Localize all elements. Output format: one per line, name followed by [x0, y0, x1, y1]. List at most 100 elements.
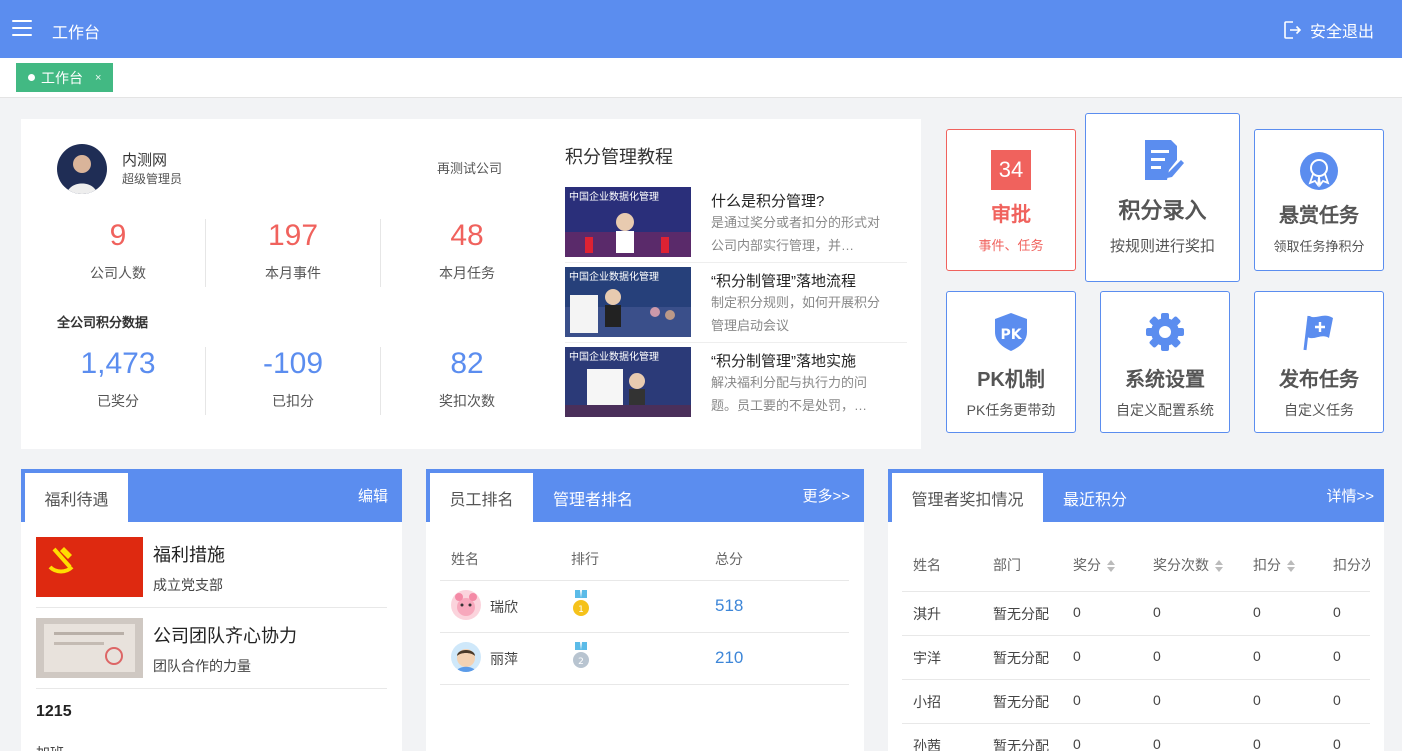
tab-active-dot — [28, 74, 35, 81]
cell-deduct: 0 — [1253, 604, 1261, 620]
gold-medal-icon: 1 — [573, 590, 589, 616]
settings-tile[interactable]: 系统设置 自定义配置系统 — [1100, 291, 1230, 433]
cell-dept: 暂无分配 — [993, 738, 1049, 751]
silver-medal-icon: 2 — [573, 642, 589, 668]
divider — [36, 688, 387, 689]
close-icon[interactable]: × — [95, 72, 101, 84]
medal-rank-text: 2 — [578, 657, 584, 667]
cell-deduct: 0 — [1253, 692, 1261, 708]
tutorial-thumbnail: 中国企业数据化管理 — [565, 187, 691, 257]
welfare-item-desc: 加班 — [36, 743, 64, 751]
cell-deduct-times: 0 — [1333, 736, 1341, 751]
manager-panel: 管理者奖扣情况 最近积分 详情>> 姓名 部门 奖分 奖分次数 扣分 扣分次数 … — [888, 469, 1384, 751]
settings-subtitle: 自定义配置系统 — [1116, 402, 1214, 418]
stat-events: 197 本月事件 — [203, 219, 383, 283]
stat-label: 本月事件 — [265, 265, 321, 281]
stat-label: 公司人数 — [90, 265, 146, 281]
approve-tile[interactable]: 34 审批 事件、任务 — [946, 129, 1076, 271]
stat-value: 197 — [267, 219, 319, 252]
sort-icon[interactable] — [1287, 560, 1295, 573]
menu-icon[interactable] — [12, 20, 32, 36]
medal-rank-text: 1 — [578, 605, 584, 615]
ranking-panel: 员工排名 管理者排名 更多>> 姓名 排行 总分 瑞欣 1 518 丽萍 2 2… — [426, 469, 864, 751]
detail-link[interactable]: 详情>> — [1326, 485, 1374, 506]
certificate-image — [36, 618, 143, 678]
cell-award-times: 0 — [1153, 604, 1161, 620]
tab-recent-points[interactable]: 最近积分 — [1048, 473, 1142, 522]
points-section-title: 全公司积分数据 — [57, 315, 149, 330]
tutorial-item-title: “积分制管理”落地实施 — [711, 353, 856, 370]
edit-document-icon — [1144, 140, 1184, 180]
col-label: 奖分次数 — [1153, 557, 1209, 573]
tab-manager-ranking[interactable]: 管理者排名 — [539, 473, 647, 522]
divider — [902, 723, 1370, 724]
tutorial-item-title: 什么是积分管理? — [711, 193, 825, 210]
welfare-item-title: 福利措施 — [153, 545, 225, 565]
points-entry-subtitle: 按规则进行奖扣 — [1109, 238, 1215, 255]
approve-count-badge: 34 — [991, 150, 1031, 190]
cell-award-times: 0 — [1153, 648, 1161, 664]
points-entry-tile[interactable]: 积分录入 按规则进行奖扣 — [1085, 113, 1240, 282]
approve-title: 审批 — [991, 204, 1031, 226]
sort-icon[interactable] — [1107, 560, 1115, 573]
cell-deduct-times: 0 — [1333, 604, 1341, 620]
approve-subtitle: 事件、任务 — [978, 238, 1044, 253]
reward-task-tile[interactable]: 悬赏任务 领取任务挣积分 — [1254, 129, 1384, 271]
avatar[interactable] — [57, 144, 107, 194]
tutorial-item-desc: 是通过奖分或者扣分的形式对公司内部实行管理，并… — [711, 215, 881, 253]
party-flag-image — [36, 537, 143, 597]
tab-manager-stats[interactable]: 管理者奖扣情况 — [892, 473, 1043, 522]
divider — [440, 580, 849, 581]
publish-task-subtitle: 自定义任务 — [1284, 402, 1354, 418]
divider — [902, 635, 1370, 636]
tutorial-item[interactable]: 中国企业数据化管理 “积分制管理”落地实施 解决福利分配与执行力的问题。员工要的… — [565, 347, 907, 423]
cell-award-times: 0 — [1153, 736, 1161, 751]
stat-value: -109 — [262, 347, 324, 380]
pk-tile[interactable]: PK PK机制 PK任务更带劲 — [946, 291, 1076, 433]
col-deduct-times[interactable]: 扣分次数 — [1333, 555, 1370, 575]
cell-name: 小招 — [913, 694, 941, 710]
medal-icon — [1300, 152, 1338, 190]
stat-label: 奖扣次数 — [439, 393, 495, 409]
stat-label: 本月任务 — [439, 265, 495, 281]
tutorial-item[interactable]: 中国企业数据化管理 “积分制管理”落地流程 制定积分规则，如何开展积分管理启动会… — [565, 267, 907, 343]
tutorial-thumb-caption: 中国企业数据化管理 — [569, 350, 659, 363]
divider — [902, 679, 1370, 680]
cell-deduct: 0 — [1253, 648, 1261, 664]
publish-task-title: 发布任务 — [1279, 369, 1359, 391]
tab-workbench[interactable]: 工作台 × — [16, 63, 114, 92]
cell-award-times: 0 — [1153, 692, 1161, 708]
employee-score: 210 — [715, 648, 744, 667]
col-label: 奖分 — [1073, 557, 1101, 573]
col-award-times[interactable]: 奖分次数 — [1153, 555, 1223, 575]
manager-table: 姓名 部门 奖分 奖分次数 扣分 扣分次数 淇升 暂无分配 0 0 0 0 宇洋… — [888, 522, 1370, 751]
welfare-item-desc: 团队合作的力量 — [153, 658, 251, 674]
publish-task-tile[interactable]: 发布任务 自定义任务 — [1254, 291, 1384, 433]
welfare-item-desc: 成立党支部 — [153, 577, 223, 593]
edit-link[interactable]: 编辑 — [358, 485, 388, 506]
stat-times: 82 奖扣次数 — [377, 347, 557, 411]
cell-award: 0 — [1073, 604, 1081, 620]
cell-deduct-times: 0 — [1333, 648, 1341, 664]
tutorial-thumbnail: 中国企业数据化管理 — [565, 347, 691, 417]
cell-deduct-times: 0 — [1333, 692, 1341, 708]
pk-title: PK机制 — [977, 369, 1045, 391]
tutorial-item-title: “积分制管理”落地流程 — [711, 273, 856, 290]
stat-value: 1,473 — [80, 347, 156, 380]
more-link[interactable]: 更多>> — [802, 485, 850, 506]
sort-icon[interactable] — [1215, 560, 1223, 573]
tab-employee-ranking[interactable]: 员工排名 — [430, 473, 533, 522]
cell-name: 孙茜 — [913, 738, 941, 751]
stat-value: 48 — [450, 219, 484, 252]
stat-value: 9 — [109, 219, 127, 252]
col-name: 姓名 — [913, 557, 941, 573]
logout-button[interactable]: 安全退出 — [1282, 18, 1374, 42]
tutorial-item[interactable]: 中国企业数据化管理 什么是积分管理? 是通过奖分或者扣分的形式对公司内部实行管理… — [565, 187, 907, 263]
stat-deducted: -109 已扣分 — [203, 347, 383, 411]
tab-welfare[interactable]: 福利待遇 — [25, 473, 128, 522]
col-award[interactable]: 奖分 — [1073, 555, 1115, 575]
pk-icon-text: PK — [1000, 327, 1022, 343]
profile-card: 内测网 超级管理员 再测试公司 9 公司人数 197 本月事件 48 本月任务 … — [21, 119, 921, 449]
col-deduct[interactable]: 扣分 — [1253, 555, 1295, 575]
settings-title: 系统设置 — [1125, 369, 1205, 391]
